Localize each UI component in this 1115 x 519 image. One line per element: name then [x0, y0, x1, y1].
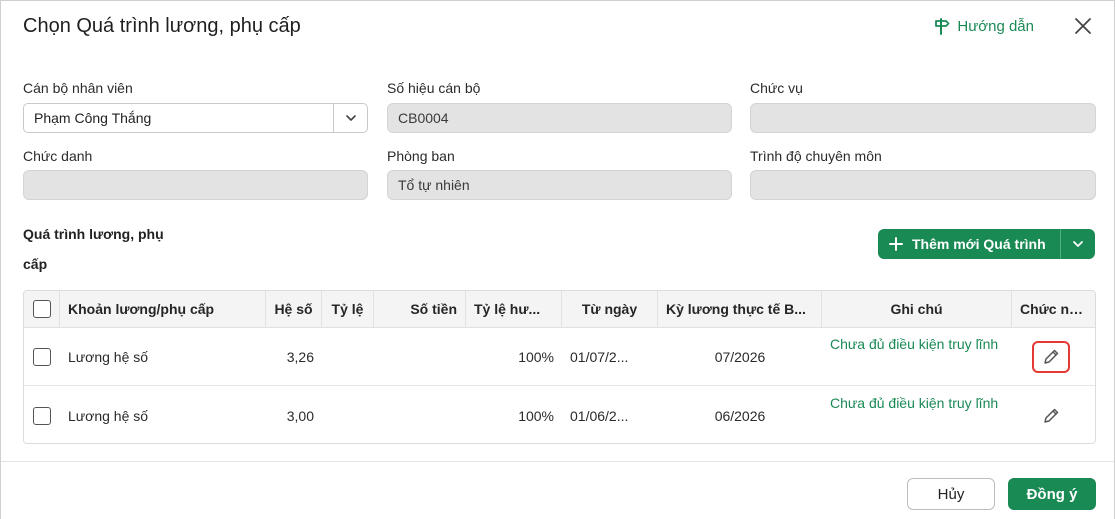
chevron-down-icon — [1072, 241, 1083, 247]
add-process-button[interactable]: Thêm mới Quá trình — [878, 229, 1061, 259]
salary-process-table: Khoản lương/phụ cấp Hệ số Tỷ lệ Số tiền … — [23, 290, 1096, 444]
cell-he-so: 3,26 — [286, 349, 314, 365]
cell-ghi-chu: Chưa đủ điều kiện truy lĩnh — [830, 395, 999, 411]
col-ky-luong[interactable]: Kỳ lương thực tế B... — [658, 291, 822, 328]
department-field: Tổ tự nhiên — [387, 170, 732, 200]
cell-ty-le — [322, 387, 374, 443]
add-process-dropdown[interactable] — [1060, 229, 1095, 259]
cell-ghi-chu: Chưa đủ điều kiện truy lĩnh — [830, 336, 999, 352]
cell-so-tien — [374, 328, 466, 386]
plus-icon — [889, 237, 903, 251]
position-field — [750, 103, 1096, 133]
section-title: Quá trình lương, phụ cấp — [23, 226, 164, 272]
edit-button[interactable] — [1032, 400, 1070, 432]
ok-button[interactable]: Đồng ý — [1008, 478, 1096, 510]
add-process-label: Thêm mới Quá trình — [912, 236, 1046, 252]
qualification-label: Trình độ chuyên môn — [750, 148, 882, 164]
cell-he-so: 3,00 — [286, 408, 314, 424]
pencil-icon — [1044, 408, 1059, 423]
cell-so-tien — [374, 387, 466, 443]
department-label: Phòng ban — [387, 148, 455, 164]
col-ty-le-huong[interactable]: Tỷ lệ hư... — [466, 291, 562, 328]
col-tu-ngay[interactable]: Từ ngày — [562, 291, 658, 328]
pencil-icon — [1044, 349, 1059, 364]
row-checkbox[interactable] — [33, 348, 51, 366]
cell-khoan: Lương hệ số — [68, 408, 149, 424]
dialog-title: Chọn Quá trình lương, phụ cấp — [23, 15, 301, 37]
col-ghi-chu[interactable]: Ghi chú — [822, 291, 1012, 328]
cell-ky-luong: 07/2026 — [714, 349, 766, 365]
title-label: Chức danh — [23, 148, 93, 164]
chevron-down-icon[interactable] — [333, 104, 367, 132]
cell-tu-ngay: 01/07/2... — [570, 349, 629, 365]
salary-process-dialog: Chọn Quá trình lương, phụ cấp Hướng dẫn … — [0, 0, 1115, 519]
edit-button[interactable] — [1032, 341, 1070, 373]
close-icon[interactable] — [1072, 15, 1094, 37]
table-row[interactable]: Lương hệ số 3,26 100% 01/07/2... 07/2026… — [24, 328, 1095, 386]
table-row[interactable]: Lương hệ số 3,00 100% 01/06/2... 06/2026… — [24, 387, 1095, 443]
row-checkbox[interactable] — [33, 407, 51, 425]
guide-link[interactable]: Hướng dẫn — [933, 17, 1034, 35]
select-all-checkbox[interactable] — [33, 300, 51, 318]
position-label: Chức vụ — [750, 80, 803, 96]
guide-label: Hướng dẫn — [957, 17, 1034, 35]
qualification-field — [750, 170, 1096, 200]
col-so-tien[interactable]: Số tiền — [374, 291, 466, 328]
employee-label: Cán bộ nhân viên — [23, 80, 133, 96]
col-ty-le[interactable]: Tỷ lệ — [322, 291, 374, 328]
signpost-icon — [935, 18, 950, 35]
cell-ty-le-huong: 100% — [518, 408, 554, 424]
cell-ty-le-huong: 100% — [518, 349, 554, 365]
table-header: Khoản lương/phụ cấp Hệ số Tỷ lệ Số tiền … — [24, 291, 1095, 328]
employee-select[interactable]: Phạm Công Thắng — [23, 103, 368, 133]
cell-khoan: Lương hệ số — [68, 349, 149, 365]
col-chuc-nang: Chức năng — [1020, 301, 1094, 317]
cell-tu-ngay: 01/06/2... — [570, 408, 629, 424]
cell-ty-le — [322, 328, 374, 386]
cancel-button[interactable]: Hủy — [907, 478, 995, 510]
dialog-header: Chọn Quá trình lương, phụ cấp Hướng dẫn — [23, 15, 1094, 43]
title-field — [23, 170, 368, 200]
cell-ky-luong: 06/2026 — [714, 408, 766, 424]
col-khoan[interactable]: Khoản lương/phụ cấp — [60, 291, 266, 328]
employee-code-field: CB0004 — [387, 103, 732, 133]
dialog-footer: Hủy Đồng ý — [1, 461, 1114, 519]
col-he-so[interactable]: Hệ số — [266, 291, 322, 328]
add-process-button-group: Thêm mới Quá trình — [878, 229, 1095, 259]
employee-code-label: Số hiệu cán bộ — [387, 80, 481, 96]
header-select-cell — [24, 291, 60, 328]
employee-value: Phạm Công Thắng — [34, 110, 152, 126]
